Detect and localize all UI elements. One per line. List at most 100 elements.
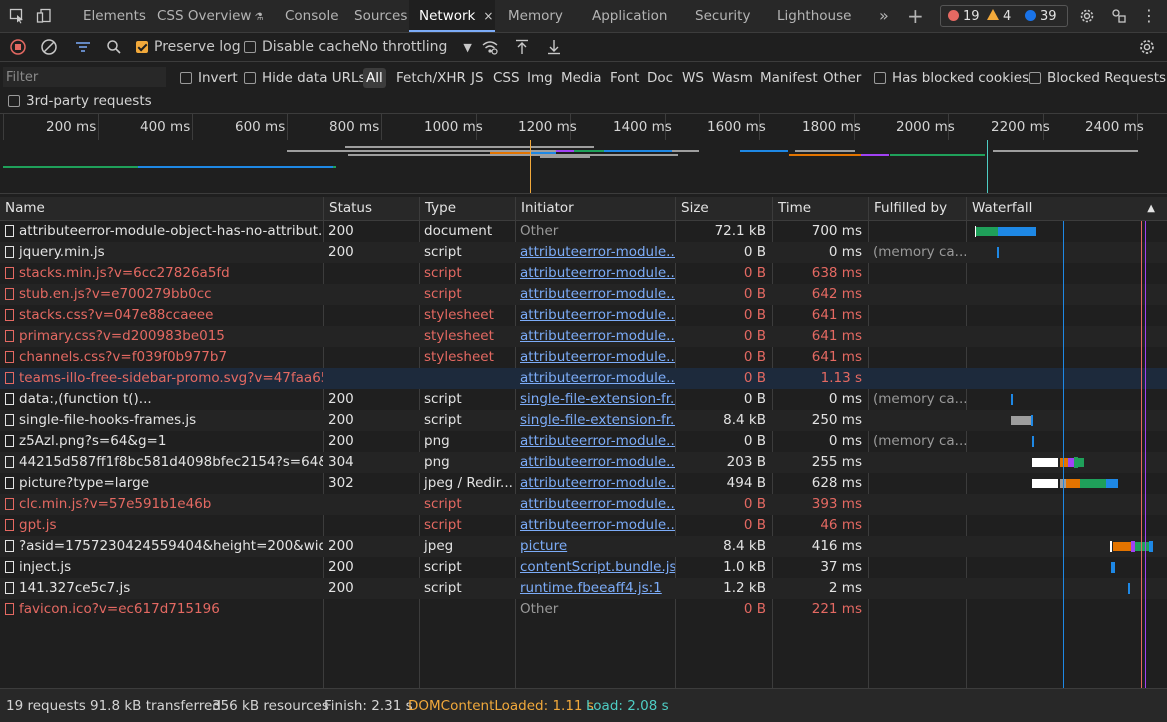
table-row[interactable]: data:,(function t()... 200 script single-fi… <box>0 389 1167 410</box>
cell-name[interactable]: primary.css?v=d200983be015 <box>0 326 323 347</box>
has-blocked-cookies-checkbox[interactable]: Has blocked cookies <box>874 68 1029 88</box>
tab-application[interactable]: Application <box>592 0 667 32</box>
invert-checkbox[interactable]: Invert <box>180 68 238 88</box>
network-overview-timeline[interactable]: 200 ms 400 ms 600 ms 800 ms 1000 ms 1200 ms 14… <box>0 114 1167 194</box>
device-toolbar-icon[interactable] <box>36 8 52 24</box>
table-row[interactable]: clc.min.js?v=57e591b1e46b script attribute… <box>0 494 1167 515</box>
type-filter-other[interactable]: Other <box>823 68 861 88</box>
table-row[interactable]: z5Azl.png?s=64&g=1 200 png attributeerror-m… <box>0 431 1167 452</box>
table-row[interactable]: stacks.min.js?v=6cc27826a5fd script attrib… <box>0 263 1167 284</box>
cell-initiator[interactable]: attributeerror-module... <box>515 515 675 536</box>
tab-security[interactable]: Security <box>695 0 750 32</box>
table-row[interactable]: teams-illo-free-sidebar-promo.svg?v=47fa… <box>0 368 1167 389</box>
cell-initiator[interactable]: attributeerror-module... <box>515 473 675 494</box>
cell-initiator[interactable]: attributeerror-module... <box>515 263 675 284</box>
tab-console[interactable]: Console <box>285 0 339 32</box>
table-row[interactable]: single-file-hooks-frames.js 200 script sing… <box>0 410 1167 431</box>
table-row[interactable]: jquery.min.js 200 script attributeerror-mod… <box>0 242 1167 263</box>
filter-input[interactable] <box>3 67 166 87</box>
network-settings-gear-icon[interactable] <box>1138 38 1156 56</box>
cell-initiator[interactable]: attributeerror-module... <box>515 494 675 515</box>
preserve-log-checkbox[interactable]: Preserve log <box>136 38 241 56</box>
clear-log-icon[interactable] <box>40 38 58 56</box>
table-row[interactable]: 141.327ce5c7.js 200 script runtime.fbeeaff4… <box>0 578 1167 599</box>
type-filter-font[interactable]: Font <box>610 68 639 88</box>
cell-initiator[interactable]: attributeerror-module... <box>515 326 675 347</box>
inspect-element-icon[interactable] <box>9 8 25 24</box>
add-tab-button[interactable]: + <box>907 0 924 32</box>
type-filter-all[interactable]: All <box>363 68 386 88</box>
tab-memory[interactable]: Memory <box>508 0 563 32</box>
type-filter-ws[interactable]: WS <box>682 68 704 88</box>
hide-data-urls-checkbox[interactable]: Hide data URLs <box>244 68 366 88</box>
column-header-size[interactable]: Size <box>675 197 772 220</box>
table-row[interactable]: ?asid=1757230424559404&height=200&widt..… <box>0 536 1167 557</box>
type-filter-doc[interactable]: Doc <box>647 68 673 88</box>
cell-initiator[interactable]: attributeerror-module... <box>515 284 675 305</box>
table-row[interactable]: inject.js 200 script contentScript.bundle.j… <box>0 557 1167 578</box>
network-conditions-icon[interactable] <box>481 38 499 56</box>
type-filter-wasm[interactable]: Wasm <box>712 68 753 88</box>
more-options-icon[interactable]: ⋮ <box>1141 8 1157 24</box>
third-party-requests-checkbox[interactable]: 3rd-party requests <box>8 91 152 111</box>
tab-sources[interactable]: Sources <box>354 0 407 32</box>
table-row[interactable]: 44215d587ff1f8bc581d4098bfec2154?s=64&..… <box>0 452 1167 473</box>
cell-name[interactable]: attributeerror-module-object-has-no-attr… <box>0 221 323 242</box>
cell-initiator[interactable]: attributeerror-module... <box>515 242 675 263</box>
cell-name[interactable]: z5Azl.png?s=64&g=1 <box>0 431 323 452</box>
throttling-select[interactable]: No throttling ▼ <box>359 38 472 56</box>
type-filter-js[interactable]: JS <box>471 68 484 88</box>
disable-cache-checkbox[interactable]: Disable cache <box>244 38 360 56</box>
type-filter-media[interactable]: Media <box>561 68 602 88</box>
tab-network[interactable]: Network × <box>409 0 495 32</box>
issues-counter[interactable]: 19 4 39 <box>940 5 1068 27</box>
cell-initiator[interactable]: attributeerror-module... <box>515 452 675 473</box>
column-header-name[interactable]: Name <box>0 197 323 220</box>
cell-name[interactable]: jquery.min.js <box>0 242 323 263</box>
cell-name[interactable]: stub.en.js?v=e700279bb0cc <box>0 284 323 305</box>
type-filter-css[interactable]: CSS <box>493 68 520 88</box>
column-header-waterfall[interactable]: Waterfall ▲ <box>966 197 1167 220</box>
tab-css-overview[interactable]: CSS Overview ⚗ <box>157 0 264 32</box>
column-header-type[interactable]: Type <box>419 197 515 220</box>
search-icon[interactable] <box>105 38 123 56</box>
cell-name[interactable]: 44215d587ff1f8bc581d4098bfec2154?s=64&..… <box>0 452 323 473</box>
type-filter-img[interactable]: Img <box>527 68 553 88</box>
cell-initiator[interactable]: attributeerror-module... <box>515 368 675 389</box>
filter-icon[interactable] <box>74 38 92 56</box>
settings-gear-icon[interactable] <box>1079 8 1095 24</box>
table-row[interactable]: channels.css?v=f039f0b977b7 stylesheet att… <box>0 347 1167 368</box>
column-header-initiator[interactable]: Initiator <box>515 197 675 220</box>
cell-initiator[interactable]: picture <box>515 536 675 557</box>
cell-name[interactable]: gpt.js <box>0 515 323 536</box>
column-header-time[interactable]: Time <box>772 197 868 220</box>
table-row[interactable]: picture?type=large 302 jpeg / Redir... attr… <box>0 473 1167 494</box>
cell-initiator[interactable]: single-file-extension-fr... <box>515 389 675 410</box>
import-har-icon[interactable] <box>513 38 531 56</box>
tab-lighthouse[interactable]: Lighthouse <box>777 0 851 32</box>
cell-name[interactable]: clc.min.js?v=57e591b1e46b <box>0 494 323 515</box>
table-row[interactable]: stacks.css?v=047e88ccaeee stylesheet attri… <box>0 305 1167 326</box>
cell-initiator[interactable]: attributeerror-module... <box>515 431 675 452</box>
table-row[interactable]: attributeerror-module-object-has-no-attr… <box>0 221 1167 242</box>
cell-name[interactable]: 141.327ce5c7.js <box>0 578 323 599</box>
cell-name[interactable]: picture?type=large <box>0 473 323 494</box>
tab-elements[interactable]: Elements <box>83 0 146 32</box>
cell-initiator[interactable]: attributeerror-module... <box>515 347 675 368</box>
cell-name[interactable]: teams-illo-free-sidebar-promo.svg?v=47fa… <box>0 368 323 389</box>
cell-name[interactable]: favicon.ico?v=ec617d715196 <box>0 599 323 620</box>
type-filter-manifest[interactable]: Manifest <box>760 68 818 88</box>
cell-initiator[interactable]: attributeerror-module... <box>515 305 675 326</box>
more-tabs-button[interactable]: » <box>879 0 889 32</box>
table-row[interactable]: gpt.js script attributeerror-module... 0 B 4… <box>0 515 1167 536</box>
table-row[interactable]: primary.css?v=d200983be015 stylesheet attr… <box>0 326 1167 347</box>
cell-initiator[interactable]: contentScript.bundle.js... <box>515 557 675 578</box>
cell-name[interactable]: single-file-hooks-frames.js <box>0 410 323 431</box>
type-filter-fetch-xhr[interactable]: Fetch/XHR <box>396 68 466 88</box>
column-header-status[interactable]: Status <box>323 197 419 220</box>
cell-name[interactable]: data:,(function t()... <box>0 389 323 410</box>
cell-name[interactable]: stacks.min.js?v=6cc27826a5fd <box>0 263 323 284</box>
record-stop-icon[interactable] <box>9 38 27 56</box>
cell-name[interactable]: channels.css?v=f039f0b977b7 <box>0 347 323 368</box>
table-row[interactable]: stub.en.js?v=e700279bb0cc script attribute… <box>0 284 1167 305</box>
